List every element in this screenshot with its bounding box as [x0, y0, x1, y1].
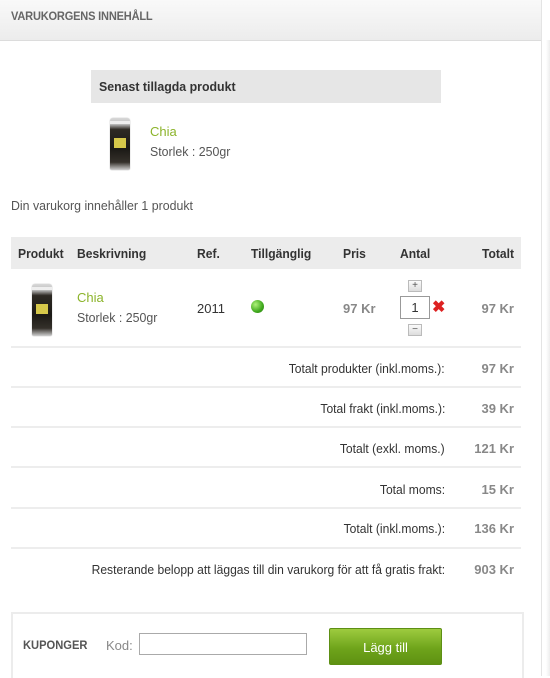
page-title: VARUKORGENS INNEHÅLL	[11, 9, 153, 23]
delete-icon[interactable]: ✖	[432, 297, 445, 317]
scroll-shadow	[546, 40, 550, 676]
column-header-total: Totalt	[482, 246, 515, 261]
cart-item-name[interactable]: Chia	[77, 290, 104, 305]
free-shipping-remaining-value: 903 Kr	[474, 562, 514, 577]
row-divider	[11, 507, 521, 509]
last-added-heading-bar: Senast tillagda produkt	[91, 70, 441, 103]
cart-item-image[interactable]	[30, 284, 54, 336]
cart-item-size: Storlek : 250gr	[77, 310, 158, 325]
total-tax-value: 15 Kr	[481, 482, 514, 497]
last-added-product-image[interactable]	[108, 118, 132, 170]
last-added-product-size: Storlek : 250gr	[150, 144, 231, 159]
total-excl-tax-label: Totalt (exkl. moms.)	[340, 441, 445, 456]
cart-table-header: Produkt Beskrivning Ref. Tillgänglig Pri…	[11, 237, 521, 269]
page-header: VARUKORGENS INNEHÅLL	[0, 0, 541, 41]
cart-item-ref: 2011	[197, 301, 225, 316]
cart-item-total: 97 Kr	[481, 301, 514, 316]
cart-count-text: Din varukorg innehåller 1 produkt	[11, 198, 193, 213]
row-divider	[11, 466, 521, 468]
column-header-description: Beskrivning	[77, 246, 147, 261]
last-added-product-name[interactable]: Chia	[150, 124, 177, 139]
cart-item-price: 97 Kr	[343, 301, 376, 316]
column-header-ref: Ref.	[197, 246, 220, 261]
total-tax-label: Total moms:	[379, 482, 445, 497]
total-products-label: Totalt produkter (inkl.moms.):	[289, 361, 445, 376]
column-header-price: Pris	[343, 246, 366, 261]
quantity-decrease-button[interactable]: −	[408, 324, 422, 336]
row-divider	[11, 426, 521, 428]
add-coupon-button[interactable]: Lägg till	[329, 628, 442, 665]
row-divider	[11, 547, 521, 549]
row-divider	[11, 346, 521, 348]
coupon-code-label: Kod:	[106, 638, 133, 653]
total-products-value: 97 Kr	[481, 361, 514, 376]
column-header-availability: Tillgänglig	[251, 246, 312, 261]
last-added-heading: Senast tillagda produkt	[99, 79, 236, 94]
total-incl-tax-value: 136 Kr	[474, 521, 514, 536]
coupon-title: KUPONGER	[23, 638, 88, 652]
total-incl-tax-label: Totalt (inkl.moms.):	[343, 521, 445, 536]
column-header-product: Produkt	[18, 246, 64, 261]
total-shipping-value: 39 Kr	[481, 401, 514, 416]
total-shipping-label: Total frakt (inkl.moms.):	[320, 401, 445, 416]
divider	[541, 0, 542, 676]
free-shipping-remaining-label: Resterande belopp att läggas till din va…	[91, 562, 445, 577]
quantity-increase-button[interactable]: +	[408, 280, 422, 292]
row-divider	[11, 386, 521, 388]
column-header-quantity: Antal	[400, 246, 431, 261]
quantity-input[interactable]: 1	[400, 296, 430, 319]
coupon-code-input[interactable]	[139, 633, 307, 655]
total-excl-tax-value: 121 Kr	[474, 441, 514, 456]
availability-icon	[251, 300, 264, 313]
